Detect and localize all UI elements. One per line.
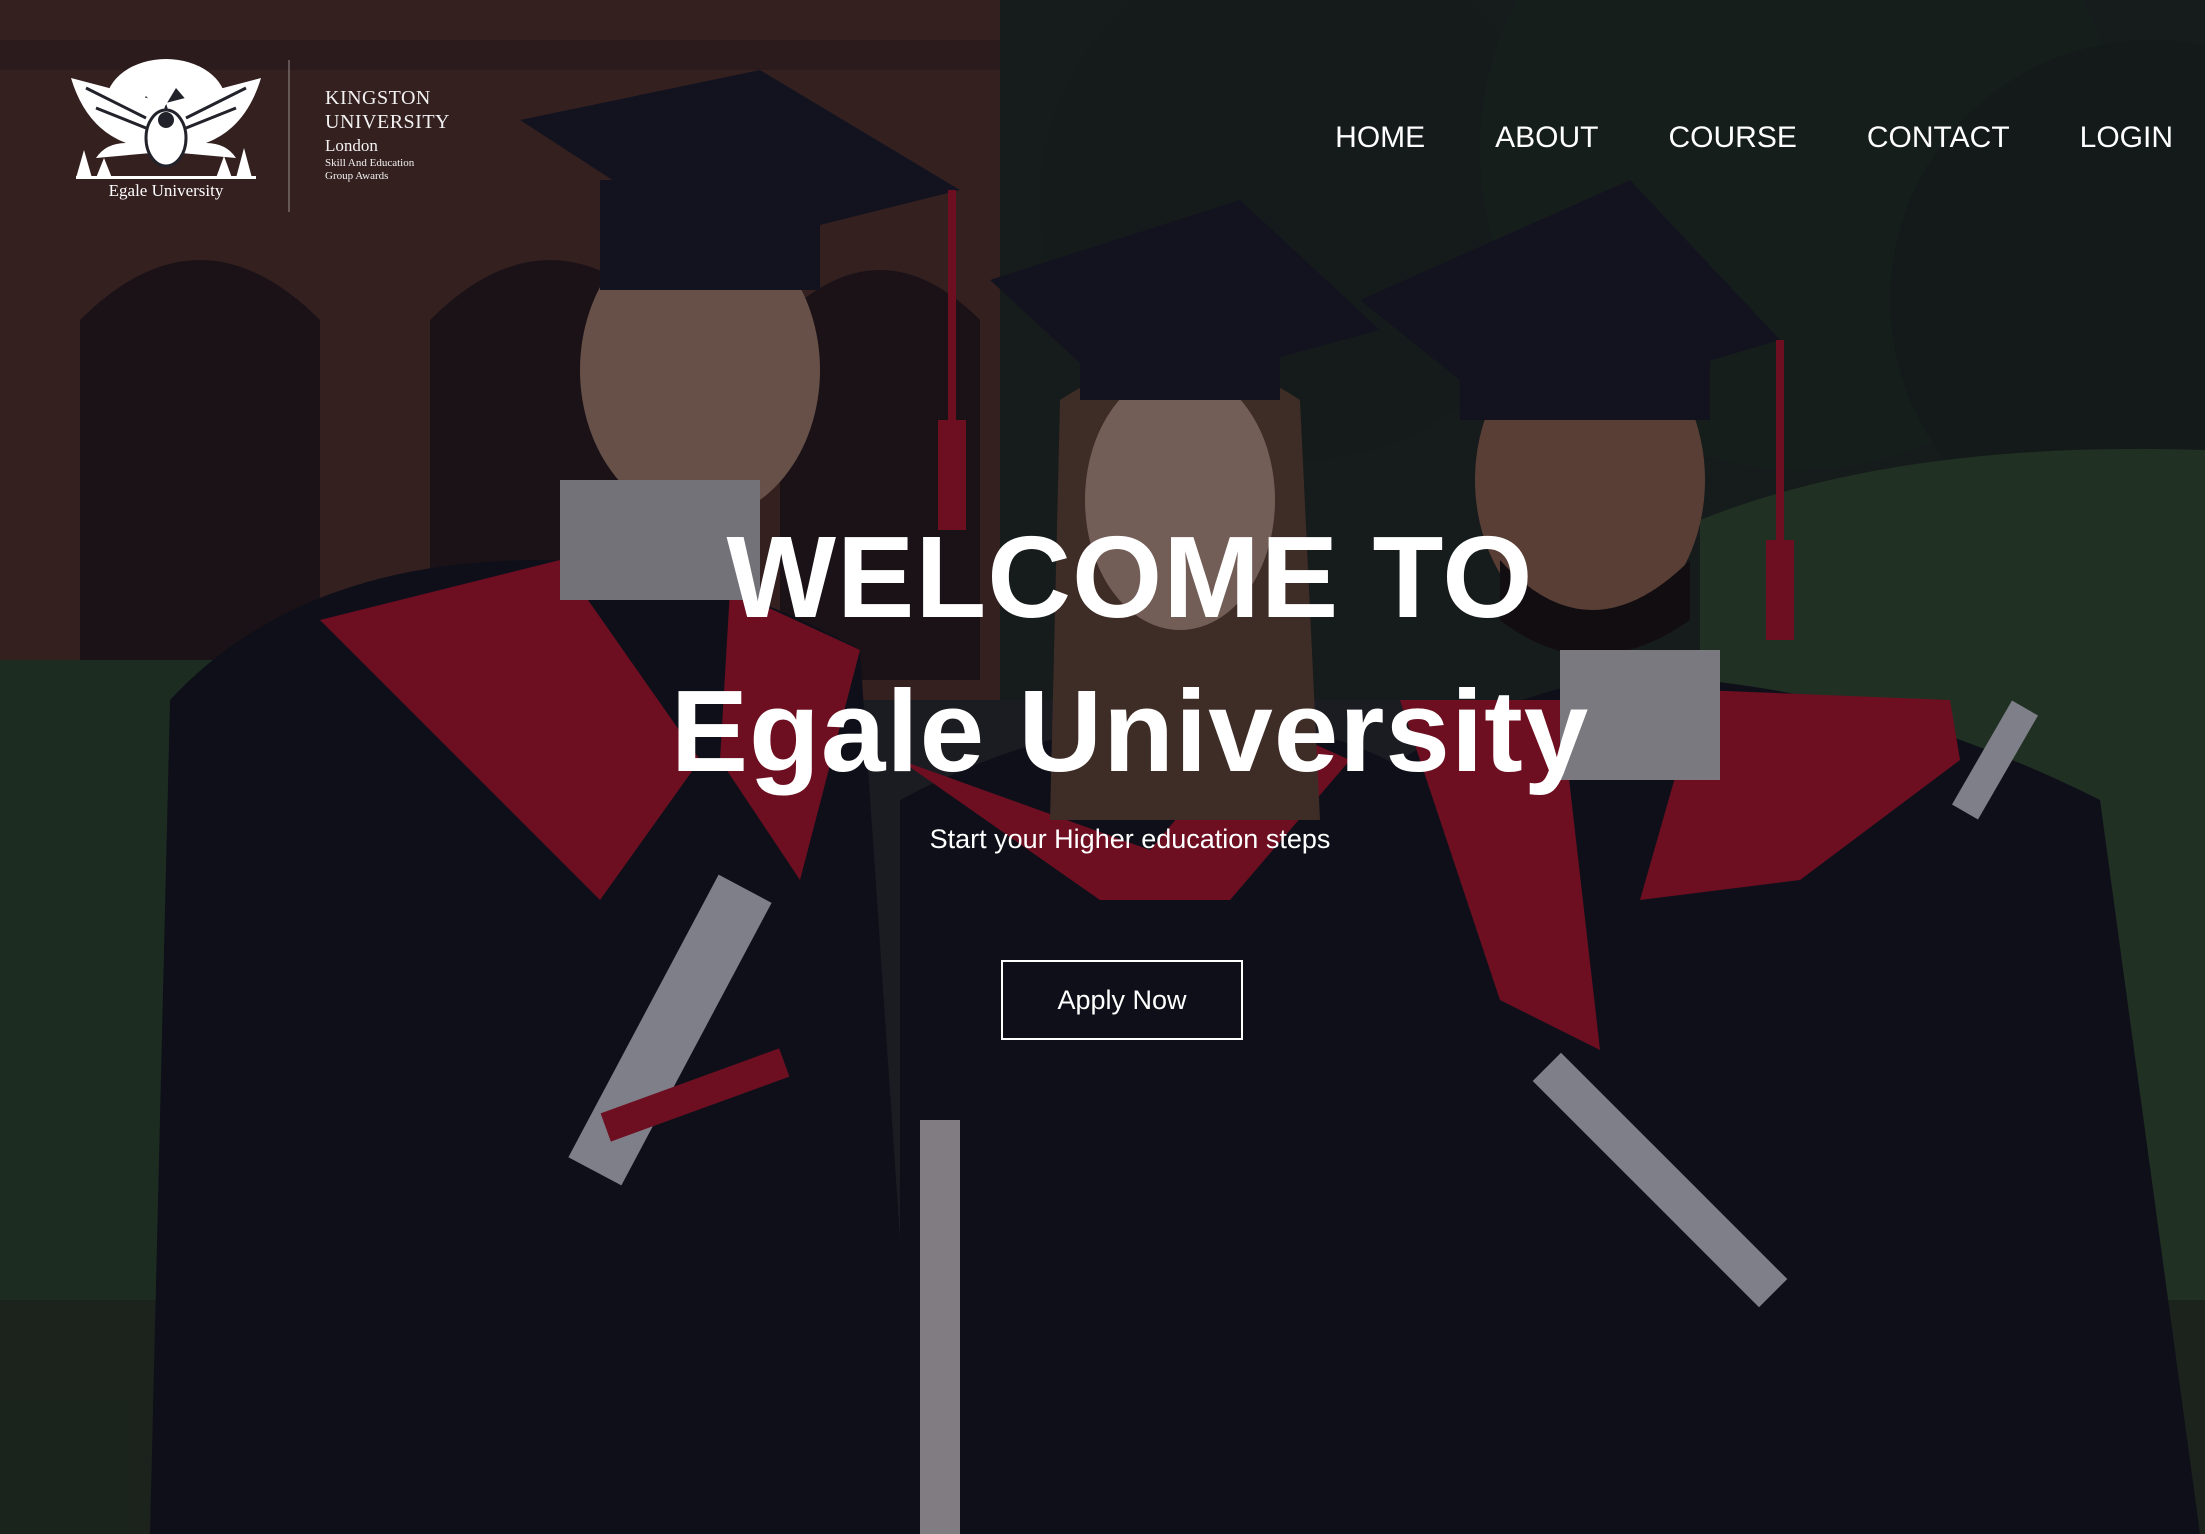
nav-about[interactable]: ABOUT [1495, 118, 1598, 158]
eagle-logo-icon [71, 59, 261, 179]
org-line-4: Skill And Education [325, 157, 415, 169]
hero-title-line-1: WELCOME TO [726, 512, 1534, 642]
org-line-5: Group Awards [325, 170, 389, 182]
header-divider [288, 60, 290, 212]
org-line-1: KINGSTON [325, 87, 431, 109]
logo-caption: Egale University [108, 181, 224, 200]
apply-now-button[interactable]: Apply Now [1001, 960, 1243, 1040]
university-logo[interactable]: Egale University [66, 58, 266, 208]
org-line-3: London [325, 136, 378, 155]
nav-course[interactable]: COURSE [1669, 118, 1797, 158]
nav-home[interactable]: HOME [1335, 118, 1425, 158]
org-line-2: UNIVERSITY [325, 111, 450, 133]
hero-title-line-2: Egale University [670, 666, 1590, 796]
site-header: Egale University KINGSTON UNIVERSITY Lon… [0, 0, 2205, 240]
org-affiliation: KINGSTON UNIVERSITY London Skill And Edu… [325, 86, 450, 183]
main-nav: HOME ABOUT COURSE CONTACT LOGIN [1265, 118, 2173, 158]
hero-subtitle: Start your Higher education steps [929, 824, 1331, 854]
hero-title: WELCOME TO Egale University [600, 500, 1660, 808]
nav-contact[interactable]: CONTACT [1867, 118, 2010, 158]
nav-login[interactable]: LOGIN [2080, 118, 2173, 158]
